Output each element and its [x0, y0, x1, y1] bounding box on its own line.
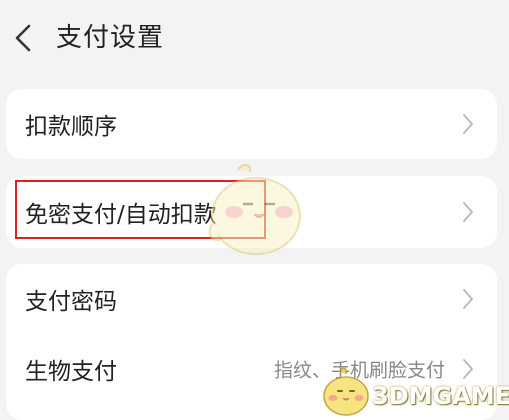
row-label: 扣款顺序	[25, 114, 117, 140]
highlight-box	[15, 180, 266, 239]
settings-card-deduction-order: 扣款顺序	[6, 89, 497, 159]
chevron-right-icon	[463, 114, 473, 134]
chevron-right-icon	[463, 289, 473, 309]
chevron-right-icon	[463, 359, 473, 379]
row-value: 指纹、手机刷脸支付	[273, 359, 445, 382]
row-label: 支付密码	[25, 289, 117, 315]
header: 支付设置	[0, 0, 509, 76]
row-label: 生物支付	[25, 359, 117, 385]
chevron-right-icon	[463, 202, 473, 222]
settings-row-payment-password[interactable]: 支付密码	[6, 264, 497, 334]
payment-settings-page: 支付设置 扣款顺序 免密支付/自动扣款 支付密码 生物支付 指纹、手机刷脸支付 …	[0, 0, 509, 420]
chevron-left-icon[interactable]	[12, 22, 34, 54]
watermark-text: 3DMGAME	[372, 382, 509, 410]
settings-row-deduction-order[interactable]: 扣款顺序	[6, 89, 497, 159]
page-title: 支付设置	[56, 23, 165, 53]
